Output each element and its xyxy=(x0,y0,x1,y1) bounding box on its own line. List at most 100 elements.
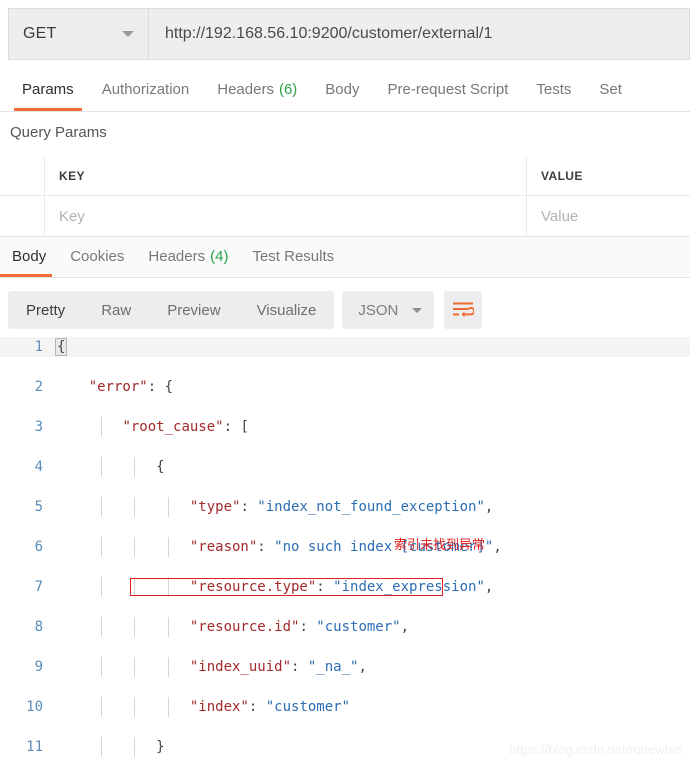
tab-label: Headers xyxy=(217,81,274,98)
format-tab-visualize[interactable]: Visualize xyxy=(239,291,335,329)
response-tab-cookies[interactable]: Cookies xyxy=(58,236,136,277)
tab-label: Cookies xyxy=(70,248,125,265)
code-text: "resource.id": "customer", xyxy=(55,617,409,637)
token-p xyxy=(55,659,190,675)
request-url-input[interactable]: http://192.168.56.10:9200/customer/exter… xyxy=(148,8,690,60)
token-k: "root_cause" xyxy=(122,419,224,435)
row-checkbox-cell[interactable] xyxy=(0,196,45,237)
word-wrap-button[interactable] xyxy=(444,291,483,329)
format-segment-group: Pretty Raw Preview Visualize xyxy=(8,291,335,329)
token-p xyxy=(55,539,190,555)
table-row[interactable]: Key Value xyxy=(0,196,690,237)
token-p: } xyxy=(55,739,165,755)
indent-guide xyxy=(134,617,136,637)
code-text: } xyxy=(55,737,165,757)
param-key-placeholder: Key xyxy=(59,207,85,225)
code-line: 2 "error": { xyxy=(0,377,690,397)
token-p: , xyxy=(400,619,410,635)
indent-guide xyxy=(134,657,136,677)
code-text: "resource.type": "index_expression", xyxy=(55,577,493,597)
response-tab-bar: Body Cookies Headers (4) Test Results xyxy=(0,236,690,278)
code-line: 8 "resource.id": "customer", xyxy=(0,617,690,637)
indent-guide xyxy=(134,537,136,557)
request-tab-pre-request-script[interactable]: Pre-request Script xyxy=(374,68,523,111)
param-key-input[interactable]: Key xyxy=(45,196,527,237)
request-tab-params[interactable]: Params xyxy=(8,68,88,111)
code-text: "index": "customer" xyxy=(55,697,350,717)
token-p: , xyxy=(484,579,494,595)
indent-guide xyxy=(167,577,169,597)
indent-guide xyxy=(100,417,102,437)
response-body-code[interactable]: 1 {2 "error": { 3 "root_cause": [ 4 { 5 "typ… xyxy=(0,337,690,767)
indent-guide xyxy=(134,697,136,717)
code-text: "type": "index_not_found_exception", xyxy=(55,497,493,517)
token-p: : xyxy=(316,579,334,595)
format-tab-pretty[interactable]: Pretty xyxy=(8,291,83,329)
indent-guide xyxy=(100,497,102,517)
response-tab-body[interactable]: Body xyxy=(0,236,58,277)
code-text: "error": { xyxy=(55,377,173,397)
token-p: : [ xyxy=(223,419,249,435)
code-text: { xyxy=(55,337,68,357)
request-tab-bar: Params Authorization Headers (6) Body Pre-req… xyxy=(0,68,690,112)
token-k: "type" xyxy=(189,499,241,515)
code-text: "root_cause": [ xyxy=(55,417,249,437)
tab-label: Tests xyxy=(536,81,572,98)
param-value-input[interactable]: Value xyxy=(527,196,690,237)
word-wrap-icon xyxy=(453,302,475,318)
table-header-row: KEY VALUE xyxy=(0,157,690,196)
header-checkbox-cell xyxy=(0,157,45,196)
tab-label: Set xyxy=(599,81,622,98)
code-line: 5 "type": "index_not_found_exception", xyxy=(0,497,690,517)
token-brk: { xyxy=(55,338,68,356)
token-p: { xyxy=(55,459,165,475)
token-p xyxy=(55,419,122,435)
response-tab-test-results[interactable]: Test Results xyxy=(240,236,346,277)
indent-guide xyxy=(167,697,169,717)
tab-label: Body xyxy=(325,81,360,98)
token-p xyxy=(55,699,190,715)
token-p: : xyxy=(240,499,258,515)
line-number: 3 xyxy=(34,419,43,435)
token-s: "index_not_found_exception" xyxy=(257,499,485,515)
response-tab-headers[interactable]: Headers (4) xyxy=(136,236,240,277)
request-url-text: http://192.168.56.10:9200/customer/exter… xyxy=(165,25,493,42)
line-number: 2 xyxy=(34,379,43,395)
response-language-dropdown[interactable]: JSON xyxy=(342,291,435,329)
line-number: 6 xyxy=(34,539,43,555)
token-k: "reason" xyxy=(189,539,258,555)
code-line: 7 "resource.type": "index_expression", xyxy=(0,577,690,597)
token-p: : { xyxy=(147,379,174,395)
http-method-label: GET xyxy=(23,25,57,42)
indent-guide xyxy=(100,617,102,637)
line-number: 8 xyxy=(34,619,43,635)
request-tab-headers[interactable]: Headers (6) xyxy=(203,68,311,111)
request-tab-authorization[interactable]: Authorization xyxy=(88,68,204,111)
indent-guide xyxy=(100,577,102,597)
request-tab-set[interactable]: Set xyxy=(585,68,636,111)
line-number: 11 xyxy=(26,739,43,755)
request-url-bar: GET http://192.168.56.10:9200/customer/e… xyxy=(0,0,690,68)
code-line: 4 { xyxy=(0,457,690,477)
line-number: 1 xyxy=(34,339,43,355)
token-k: "resource.type" xyxy=(189,579,317,595)
http-method-dropdown[interactable]: GET xyxy=(8,8,148,60)
format-tab-preview[interactable]: Preview xyxy=(149,291,238,329)
tab-label: Params xyxy=(22,81,74,98)
token-p: , xyxy=(358,659,367,675)
token-p: : xyxy=(248,699,266,715)
code-line: 6 "reason": "no such index [customer]", xyxy=(0,537,690,557)
line-number: 10 xyxy=(26,699,43,715)
code-text: "index_uuid": "_na_", xyxy=(55,657,367,677)
request-tab-body[interactable]: Body xyxy=(311,68,373,111)
header-key: KEY xyxy=(45,157,527,196)
token-k: "resource.id" xyxy=(189,619,300,635)
request-tab-tests[interactable]: Tests xyxy=(522,68,585,111)
token-p: : xyxy=(257,539,275,555)
format-tab-raw[interactable]: Raw xyxy=(83,291,149,329)
token-k: "index" xyxy=(189,699,249,715)
indent-guide xyxy=(100,657,102,677)
token-s: "customer" xyxy=(316,619,401,635)
postman-window: GET http://192.168.56.10:9200/customer/e… xyxy=(0,0,690,767)
code-line: 10 "index": "customer" xyxy=(0,697,690,717)
